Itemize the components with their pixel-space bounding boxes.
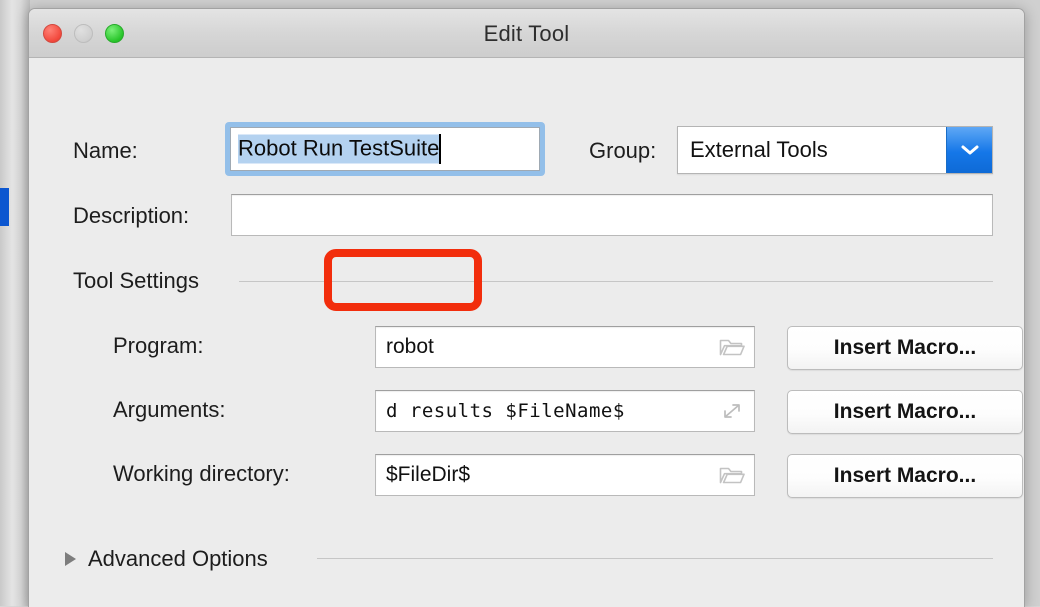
insert-macro-button-program[interactable]: Insert Macro...	[787, 326, 1023, 370]
desktop-background: Edit Tool Name: Robot Run TestSuite Grou…	[0, 0, 1040, 607]
dialog-titlebar[interactable]: Edit Tool	[29, 9, 1024, 58]
group-select[interactable]: External Tools	[677, 126, 993, 174]
group-label: Group:	[589, 138, 657, 163]
arguments-label: Arguments:	[113, 397, 226, 422]
background-window-selection-marker	[0, 188, 9, 226]
working-directory-label: Working directory:	[113, 461, 290, 486]
insert-macro-button-arguments[interactable]: Insert Macro...	[787, 390, 1023, 434]
advanced-options-toggle[interactable]: Advanced Options	[65, 546, 268, 572]
working-directory-input[interactable]: $FileDir$	[375, 454, 755, 496]
arguments-input[interactable]: d results $FileName$	[375, 390, 755, 432]
dialog-body: Name: Robot Run TestSuite Group: Externa…	[29, 58, 1024, 607]
folder-browse-icon[interactable]	[719, 336, 745, 358]
program-input[interactable]: robot	[375, 326, 755, 368]
text-caret	[439, 134, 441, 164]
group-select-value: External Tools	[690, 137, 828, 162]
window-title: Edit Tool	[483, 21, 570, 46]
background-window-edge	[0, 0, 30, 606]
chevron-down-icon[interactable]	[946, 127, 992, 173]
program-label: Program:	[113, 333, 204, 358]
name-input-inner: Robot Run TestSuite	[230, 127, 540, 171]
expand-diagonal-icon[interactable]	[719, 400, 745, 422]
name-input[interactable]: Robot Run TestSuite	[225, 122, 545, 176]
name-input-value: Robot Run TestSuite	[238, 134, 440, 164]
program-input-value: robot	[386, 335, 434, 358]
tool-settings-title: Tool Settings	[73, 268, 199, 293]
advanced-options-rule	[317, 558, 993, 559]
arguments-input-value: d results $FileName$	[386, 400, 625, 422]
description-label: Description:	[73, 203, 190, 228]
description-input[interactable]	[231, 194, 993, 236]
triangle-right-icon[interactable]	[65, 552, 76, 566]
advanced-options-label: Advanced Options	[88, 546, 268, 571]
edit-tool-dialog: Edit Tool Name: Robot Run TestSuite Grou…	[28, 8, 1025, 607]
folder-browse-icon[interactable]	[719, 464, 745, 486]
insert-macro-button-working-directory[interactable]: Insert Macro...	[787, 454, 1023, 498]
working-directory-input-value: $FileDir$	[386, 463, 471, 486]
name-label: Name:	[73, 138, 138, 163]
tool-settings-rule	[239, 281, 993, 282]
